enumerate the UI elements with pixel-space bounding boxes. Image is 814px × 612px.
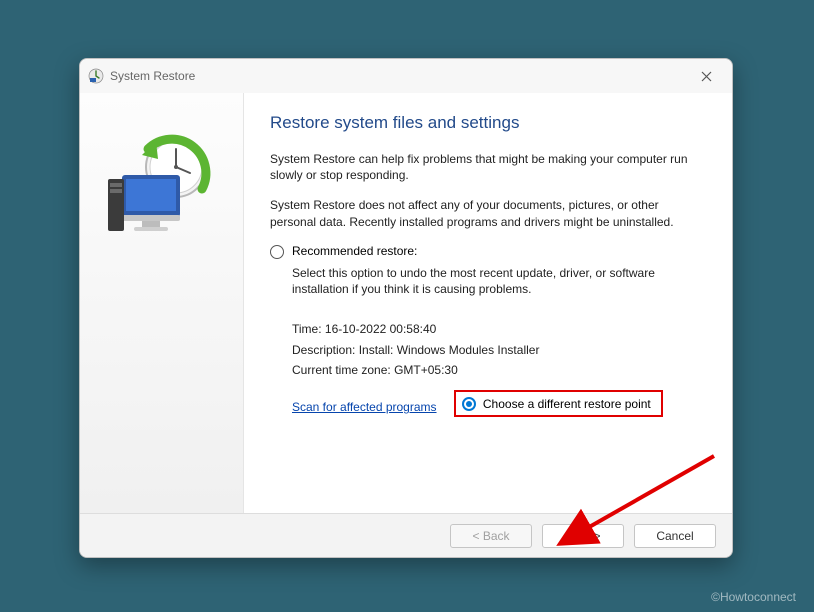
dialog-content: Restore system files and settings System… <box>80 93 732 513</box>
scan-affected-programs-link[interactable]: Scan for affected programs <box>292 400 437 414</box>
detail-timezone-label: Current time zone: <box>292 363 391 377</box>
back-button: < Back <box>450 524 532 548</box>
intro-paragraph-2: System Restore does not affect any of yo… <box>270 197 690 229</box>
cancel-button[interactable]: Cancel <box>634 524 716 548</box>
restore-illustration <box>98 129 226 249</box>
main-panel: Restore system files and settings System… <box>244 93 732 513</box>
choose-different-restore-option[interactable]: Choose a different restore point <box>454 390 663 417</box>
detail-time-label: Time: <box>292 322 322 336</box>
close-icon <box>701 71 712 82</box>
next-button[interactable]: Next > <box>542 524 624 548</box>
detail-timezone-value: GMT+05:30 <box>394 363 458 377</box>
intro-paragraph-1: System Restore can help fix problems tha… <box>270 151 690 183</box>
recommended-restore-option[interactable]: Recommended restore: <box>270 244 706 259</box>
detail-timezone: Current time zone: GMT+05:30 <box>292 360 706 380</box>
close-button[interactable] <box>688 63 724 89</box>
sidebar-illustration-panel <box>80 93 244 513</box>
radio-selected-icon <box>462 397 476 411</box>
detail-time: Time: 16-10-2022 00:58:40 <box>292 319 706 339</box>
restore-point-details: Time: 16-10-2022 00:58:40 Description: I… <box>292 319 706 380</box>
detail-description: Description: Install: Windows Modules In… <box>292 340 706 360</box>
recommended-restore-label: Recommended restore: <box>292 244 417 258</box>
detail-description-value: Install: Windows Modules Installer <box>359 343 540 357</box>
page-heading: Restore system files and settings <box>270 113 706 133</box>
titlebar: System Restore <box>80 59 732 93</box>
system-restore-icon <box>88 68 104 84</box>
choose-different-restore-label: Choose a different restore point <box>483 397 651 411</box>
recommended-restore-description: Select this option to undo the most rece… <box>292 265 682 297</box>
detail-time-value: 16-10-2022 00:58:40 <box>325 322 436 336</box>
system-restore-dialog: System Restore <box>79 58 733 558</box>
watermark: ©Howtoconnect <box>711 590 796 604</box>
radio-unselected-icon <box>270 245 284 259</box>
window-title: System Restore <box>110 69 688 83</box>
detail-description-label: Description: <box>292 343 355 357</box>
button-bar: < Back Next > Cancel <box>80 513 732 557</box>
